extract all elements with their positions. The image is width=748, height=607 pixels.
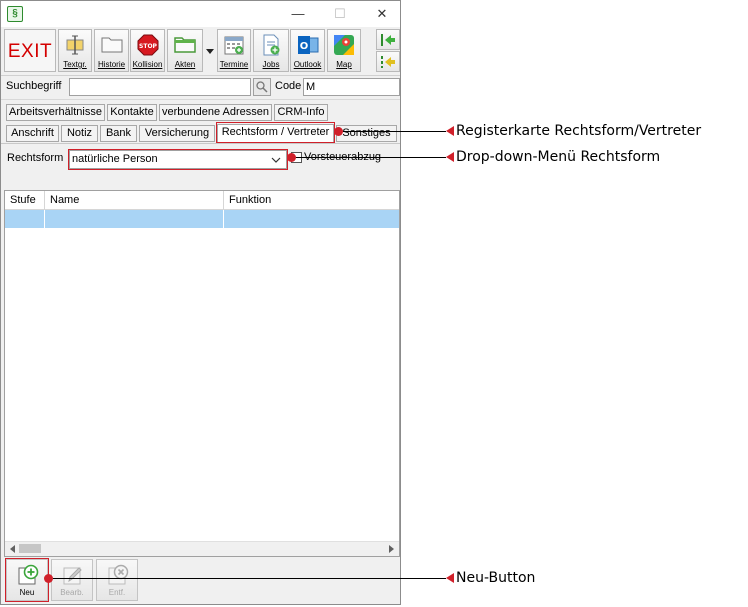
text-module-icon (66, 35, 84, 55)
tab-callout-dot (334, 127, 343, 136)
akten-dropdown-button[interactable] (203, 29, 217, 72)
close-button[interactable]: ✕ (368, 5, 396, 23)
outlook-icon: O (297, 36, 318, 54)
dropdown-highlight (68, 149, 288, 170)
arrow-left-icon (381, 34, 395, 46)
toolbar: EXIT Textgr. Historie STOP Kollision Akt… (1, 27, 400, 76)
tab-verbundene-adressen[interactable]: verbundene Adressen (159, 104, 272, 121)
horizontal-scrollbar[interactable] (5, 541, 399, 556)
bearb-button[interactable]: Bearb. (51, 559, 93, 601)
neu-highlight (5, 558, 49, 602)
column-header-stufe[interactable]: Stufe (5, 191, 45, 210)
stop-icon: STOP (137, 34, 158, 56)
table-row[interactable] (5, 210, 399, 228)
table-cell (45, 210, 224, 228)
svg-text:STOP: STOP (139, 43, 158, 50)
vertreter-grid: Stufe Name Funktion (4, 190, 400, 557)
exit-button[interactable]: EXIT (4, 29, 56, 72)
app-icon: § (7, 6, 23, 22)
termine-button[interactable]: Termine (217, 29, 251, 72)
akten-button[interactable]: Akten (167, 29, 203, 72)
historie-button[interactable]: Historie (94, 29, 129, 72)
outlook-button[interactable]: O Outlook (290, 29, 325, 72)
maximize-button[interactable]: ☐ (326, 5, 354, 23)
code-input[interactable]: M (303, 78, 400, 96)
tab-bank[interactable]: Bank (100, 125, 137, 142)
historie-label: Historie (97, 60, 126, 69)
app-window: § — ☐ ✕ EXIT Textgr. Historie STOP Kolli… (0, 0, 401, 605)
tab-sonstiges[interactable]: Sonstiges (336, 125, 397, 142)
chevron-down-icon (206, 49, 214, 54)
dropdown-callout-line (296, 157, 446, 158)
bearb-label: Bearb. (60, 588, 84, 597)
entf-label: Entf. (108, 588, 126, 597)
jobs-button[interactable]: Jobs (253, 29, 289, 72)
new-callout-text: Neu-Button (456, 570, 536, 586)
tab-notiz[interactable]: Notiz (61, 125, 98, 142)
termine-label: Termine (219, 60, 249, 69)
nav-back-button[interactable] (376, 29, 400, 50)
dropdown-callout-dot (287, 153, 296, 162)
search-label: Suchbegriff (6, 80, 62, 92)
minimize-button[interactable]: — (284, 5, 312, 23)
map-button[interactable]: Map (327, 29, 361, 72)
tab-highlight (216, 122, 335, 143)
kollision-button[interactable]: STOP Kollision (130, 29, 165, 72)
textgr-button[interactable]: Textgr. (58, 29, 92, 72)
table-cell (5, 210, 45, 228)
tab-callout-text: Registerkarte Rechtsform/Vertreter (456, 123, 702, 139)
edit-icon (63, 567, 82, 585)
code-label: Code (275, 80, 302, 92)
tab-versicherung[interactable]: Versicherung (139, 125, 215, 142)
scroll-right-icon[interactable] (385, 543, 397, 555)
bottom-toolbar: Neu Bearb. Entf. (1, 557, 400, 604)
textgr-label: Textgr. (63, 60, 87, 69)
search-button[interactable] (253, 78, 271, 96)
new-callout-dot (44, 574, 53, 583)
tab-anschrift[interactable]: Anschrift (6, 125, 59, 142)
nav-prev-button[interactable] (376, 51, 400, 72)
tab-panel-border (1, 143, 400, 144)
outlook-label: Outlook (293, 60, 322, 69)
tab-callout-arrowhead (446, 126, 454, 136)
rechtsform-label: Rechtsform (7, 152, 64, 164)
calendar-icon (224, 36, 244, 55)
column-header-funktion[interactable]: Funktion (224, 191, 399, 210)
folder-green-icon (174, 37, 196, 53)
delete-icon (108, 564, 129, 585)
new-callout-line (53, 578, 446, 579)
jobs-label: Jobs (262, 60, 280, 69)
entf-button[interactable]: Entf. (96, 559, 138, 601)
table-cell (224, 210, 399, 228)
jobs-icon (263, 34, 280, 56)
search-input[interactable] (69, 78, 251, 96)
tab-arbeitsverhaeltnisse[interactable]: Arbeitsverhältnisse (6, 104, 105, 121)
new-callout-arrowhead (446, 573, 454, 583)
search-icon (256, 81, 268, 93)
scroll-left-icon[interactable] (7, 543, 19, 555)
divider (1, 99, 400, 100)
tab-kontakte[interactable]: Kontakte (107, 104, 157, 121)
tab-crm-info[interactable]: CRM-Info (274, 104, 328, 121)
svg-text:O: O (299, 41, 308, 52)
dropdown-callout-text: Drop-down-Menü Rechtsform (456, 149, 661, 165)
akten-label: Akten (174, 60, 196, 69)
title-bar: § — ☐ ✕ (1, 1, 400, 27)
folder-icon (101, 37, 122, 53)
arrow-left-dashed-icon (381, 56, 395, 68)
column-header-name[interactable]: Name (45, 191, 224, 210)
dropdown-callout-arrowhead (446, 152, 454, 162)
map-label: Map (336, 60, 352, 69)
tab-callout-line (343, 131, 446, 132)
kollision-label: Kollision (132, 60, 163, 69)
scrollbar-thumb[interactable] (19, 544, 41, 553)
map-icon (334, 35, 354, 55)
